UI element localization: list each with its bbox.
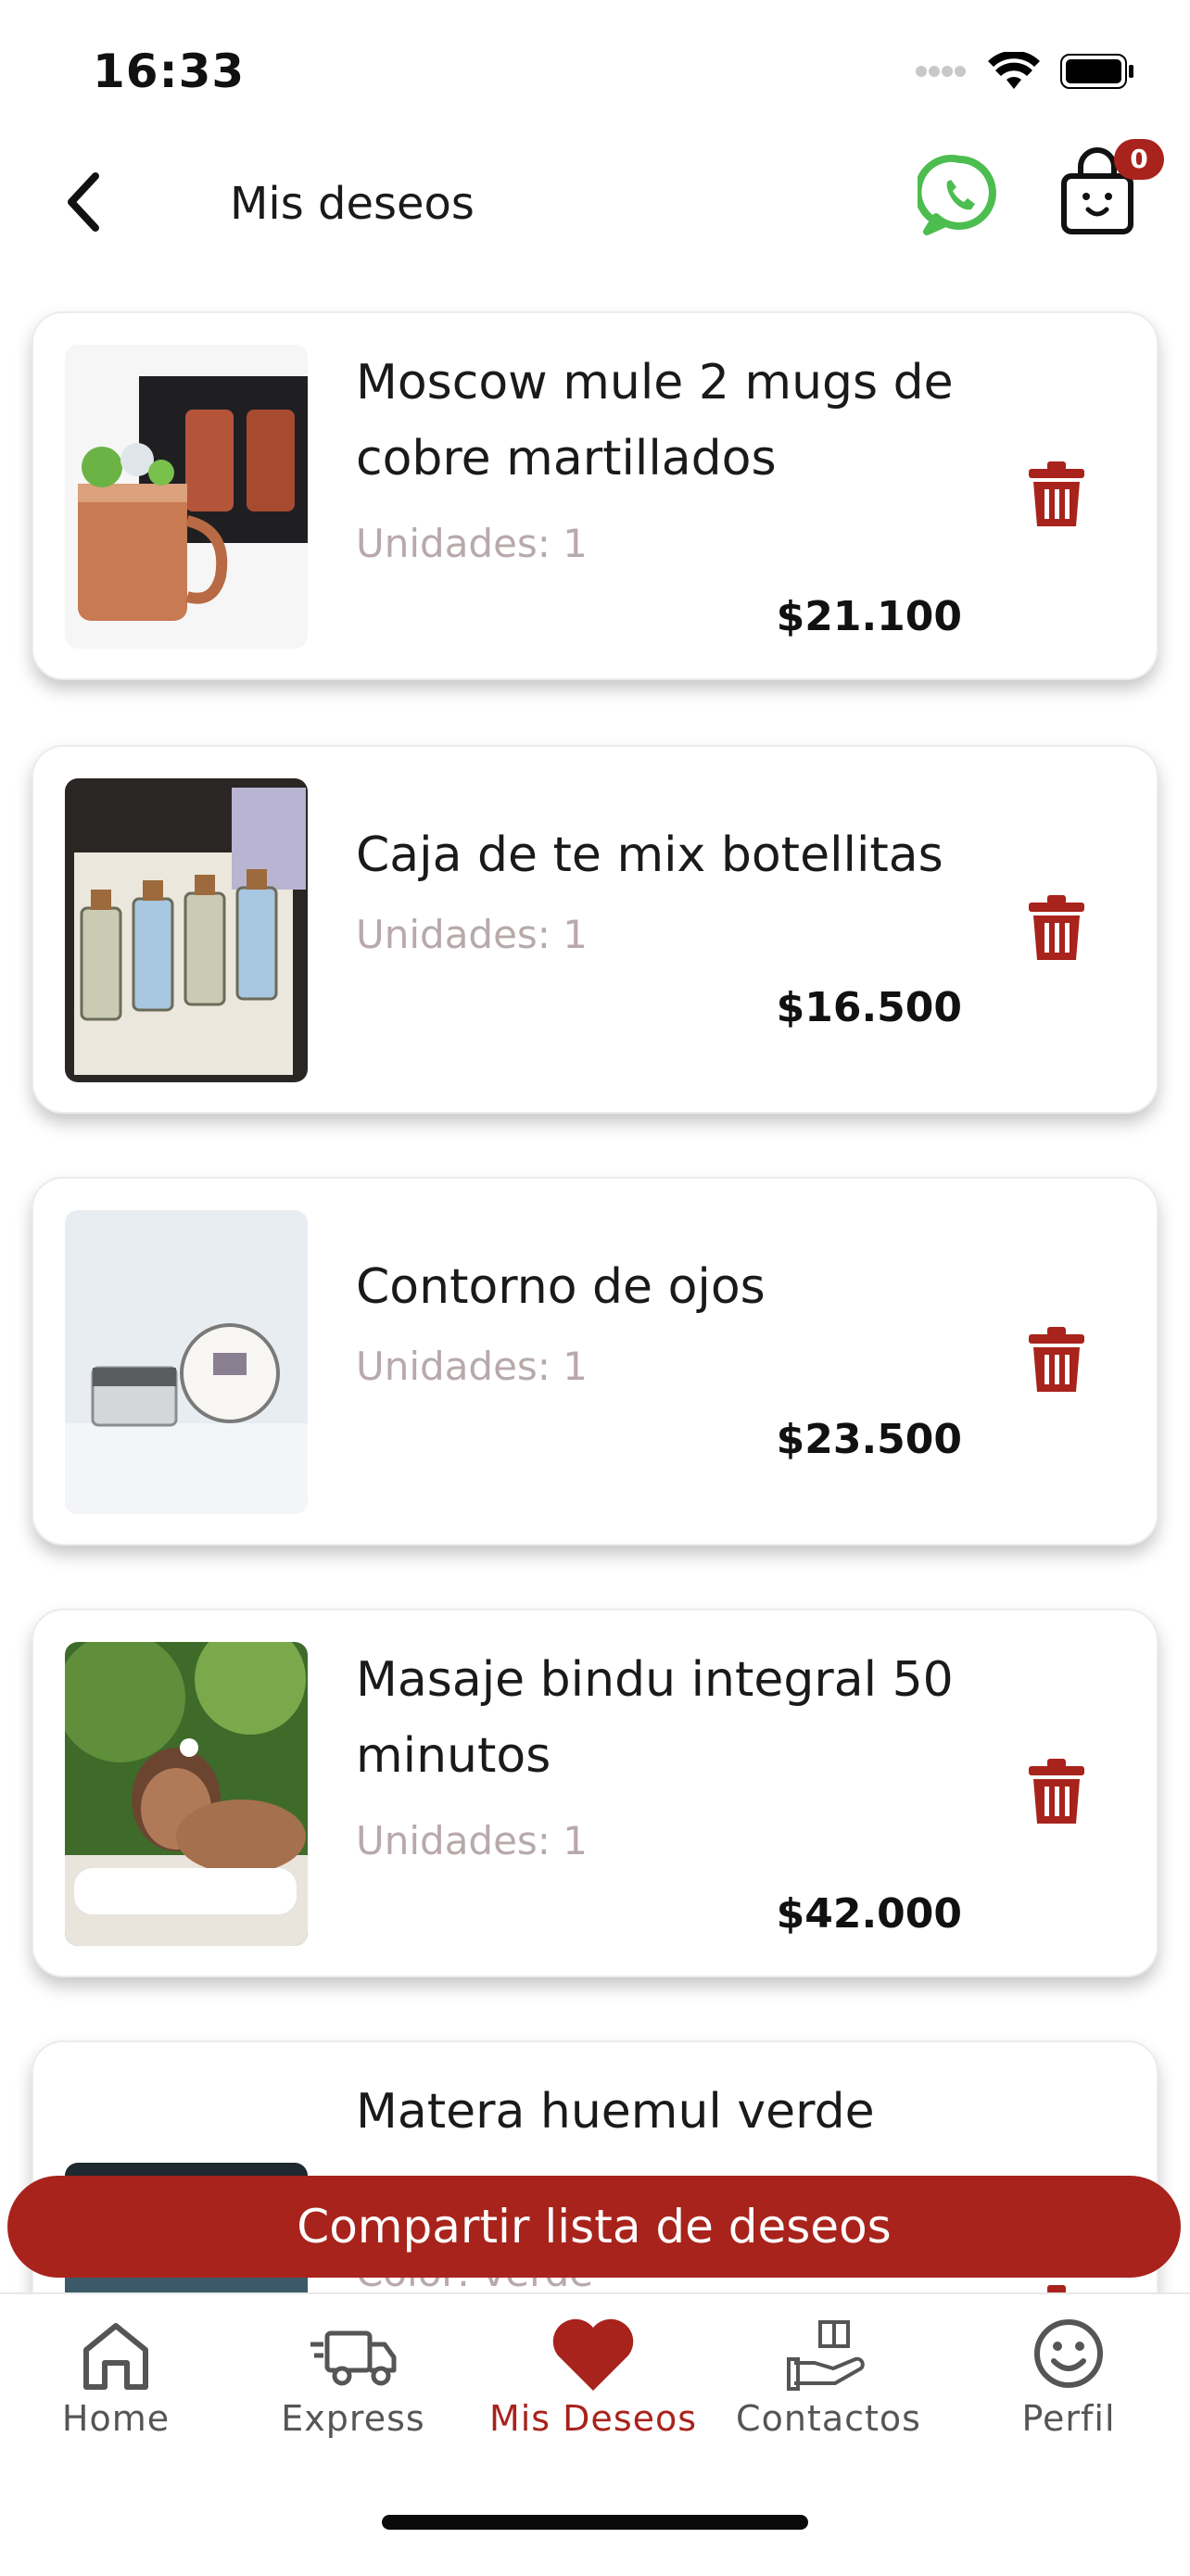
trash-icon: [1029, 1327, 1084, 1392]
wishlist-item[interactable]: Contorno de ojos Unidades: 1 $23.500: [32, 1177, 1158, 1546]
tab-home[interactable]: Home: [9, 2313, 222, 2452]
nav-header: Mis deseos 0: [0, 139, 1190, 278]
product-title: Contorno de ojos: [356, 1259, 766, 1315]
product-units: Unidades: 1: [356, 912, 589, 957]
product-title: Moscow mule 2 mugs de cobre martillados: [356, 355, 954, 486]
tab-express[interactable]: Express: [247, 2313, 460, 2452]
smiley-icon: [1034, 2319, 1103, 2388]
chevron-left-icon: [68, 172, 99, 232]
tab-label: Home: [61, 2398, 171, 2439]
product-image: [65, 345, 308, 649]
delete-button[interactable]: [1025, 1327, 1088, 1394]
tab-label: Perfil: [1021, 2398, 1116, 2439]
share-wishlist-button[interactable]: Compartir lista de deseos: [7, 2176, 1181, 2278]
product-price: $42.000: [776, 1890, 962, 1938]
delete-button[interactable]: [1025, 461, 1088, 528]
home-icon: [83, 2323, 148, 2390]
product-units: Unidades: 1: [356, 1818, 589, 1863]
whatsapp-button[interactable]: [914, 148, 1001, 241]
product-image: [65, 778, 308, 1082]
tab-label: Mis Deseos: [488, 2398, 698, 2439]
product-price: $23.500: [776, 1416, 962, 1463]
product-title: Caja de te mix botellitas: [356, 827, 943, 883]
tab-label: Express: [281, 2398, 425, 2439]
product-title: Matera huemul verde: [356, 2084, 875, 2140]
back-button[interactable]: [51, 156, 116, 239]
truck-icon: [310, 2330, 397, 2386]
home-indicator: [382, 2515, 808, 2530]
product-image: [65, 1210, 308, 1514]
trash-icon: [1029, 1759, 1084, 1824]
wishlist-item[interactable]: Caja de te mix botellitas Unidades: 1 $1…: [32, 745, 1158, 1114]
tab-bar: Home Express Mis Deseos Contactos Perfil: [0, 2292, 1190, 2576]
product-title: Masaje bindu integral 50 minutos: [356, 1652, 954, 1784]
product-units: Unidades: 1: [356, 1344, 589, 1389]
delete-button[interactable]: [1025, 895, 1088, 962]
cart-button[interactable]: 0: [1051, 139, 1164, 241]
product-price: $16.500: [776, 984, 962, 1031]
tab-label: Contactos: [736, 2398, 921, 2439]
delete-button[interactable]: [1025, 1759, 1088, 1825]
product-image: [65, 1642, 308, 1946]
trash-icon: [1029, 895, 1084, 960]
product-units: Unidades: 1: [356, 521, 589, 566]
status-icons: [916, 52, 1134, 91]
page-title: Mis deseos: [230, 178, 475, 230]
tab-perfil[interactable]: Perfil: [962, 2313, 1175, 2452]
cart-count-badge: 0: [1114, 139, 1164, 180]
status-time: 16:33: [93, 44, 246, 98]
product-price: $21.100: [776, 593, 962, 640]
whatsapp-icon: [914, 155, 996, 235]
tab-mis-deseos[interactable]: Mis Deseos: [482, 2313, 704, 2452]
heart-icon: [552, 2318, 634, 2391]
wifi-icon: [988, 52, 1040, 89]
trash-icon: [1029, 461, 1084, 526]
status-bar: 16:33: [0, 0, 1190, 139]
wishlist-item[interactable]: Masaje bindu integral 50 minutos Unidade…: [32, 1609, 1158, 1977]
signal-icon: [916, 66, 966, 77]
tab-contactos[interactable]: Contactos: [721, 2313, 936, 2452]
gift-hand-icon: [787, 2320, 865, 2391]
battery-icon: [1060, 54, 1133, 89]
wishlist-item[interactable]: Moscow mule 2 mugs de cobre martillados …: [32, 311, 1158, 680]
